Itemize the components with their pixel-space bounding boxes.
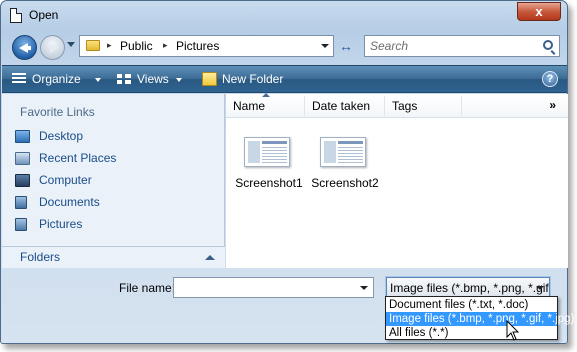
column-header-row: Name Date taken Tags » <box>226 93 568 118</box>
file-name-input[interactable] <box>173 277 374 298</box>
column-divider[interactable] <box>384 96 385 116</box>
address-bar[interactable]: ▸ Public ▸ Pictures <box>79 35 334 57</box>
file-name-label: File name: <box>119 281 176 295</box>
column-header-date-taken[interactable]: Date taken <box>312 99 370 113</box>
sort-ascending-icon <box>262 93 270 97</box>
desktop-icon <box>15 130 30 143</box>
file-name-label: Screenshot2 <box>311 176 379 190</box>
recent-places-icon <box>15 152 30 165</box>
document-icon <box>10 8 22 23</box>
folders-label: Folders <box>20 250 61 264</box>
file-item-screenshot1[interactable]: Screenshot1 <box>233 137 303 190</box>
new-folder-icon <box>202 72 217 86</box>
chevron-down-icon[interactable] <box>360 286 368 290</box>
recent-pages-dropdown[interactable] <box>67 42 75 47</box>
organize-icon <box>12 73 26 85</box>
title-bar[interactable]: Open x <box>1 1 567 29</box>
favorite-link-computer[interactable]: Computer <box>15 172 215 190</box>
documents-icon <box>15 196 27 209</box>
favorite-link-label: Documents <box>39 195 100 209</box>
organize-button[interactable]: Organize <box>32 72 81 86</box>
organize-chevron-down-icon <box>95 78 101 82</box>
file-name-label: Screenshot1 <box>235 176 303 190</box>
back-button[interactable] <box>12 35 37 60</box>
search-placeholder: Search <box>370 39 409 53</box>
new-folder-button[interactable]: New Folder <box>222 72 283 86</box>
favorite-links-header: Favorite Links <box>20 105 95 119</box>
folders-toggle[interactable]: Folders <box>2 246 225 268</box>
chevron-down-icon[interactable] <box>536 286 544 290</box>
search-box[interactable]: Search <box>364 35 560 57</box>
views-icon <box>117 74 131 85</box>
breadcrumb-pictures[interactable]: Pictures <box>176 39 219 53</box>
file-type-selected: Image files (*.bmp, *.png, *.gif <box>390 281 549 295</box>
file-type-dropdown-list: Document files (*.txt, *.doc) Image file… <box>385 296 574 340</box>
breadcrumb-separator-icon[interactable]: ▸ <box>163 40 168 51</box>
search-icon[interactable] <box>543 40 553 50</box>
breadcrumb-separator-icon[interactable]: ▸ <box>107 40 112 51</box>
forward-button[interactable] <box>40 35 65 60</box>
more-columns-icon[interactable]: » <box>549 98 556 112</box>
column-header-name[interactable]: Name <box>233 99 265 113</box>
image-thumbnail <box>244 137 290 167</box>
favorite-link-desktop[interactable]: Desktop <box>15 128 215 146</box>
breadcrumb-public[interactable]: Public <box>120 39 153 53</box>
address-dropdown-icon[interactable] <box>321 44 329 48</box>
navigation-pane: Favorite Links Desktop Recent Places Com… <box>2 94 225 268</box>
file-list-pane: Name Date taken Tags » Screenshot1 Scree… <box>226 93 568 268</box>
file-item-screenshot2[interactable]: Screenshot2 <box>309 137 379 190</box>
chevron-up-icon <box>205 255 215 260</box>
close-button[interactable]: x <box>517 2 561 21</box>
column-divider[interactable] <box>461 96 462 116</box>
help-button[interactable]: ? <box>542 71 558 87</box>
image-thumbnail <box>320 137 366 167</box>
file-type-option-documents[interactable]: Document files (*.txt, *.doc) <box>386 298 557 312</box>
command-toolbar: Organize Views New Folder ? <box>2 65 567 93</box>
favorite-link-recent-places[interactable]: Recent Places <box>15 150 215 168</box>
file-type-select[interactable]: Image files (*.bmp, *.png, *.gif <box>386 277 550 298</box>
refresh-icon[interactable]: ↔ <box>337 37 355 55</box>
file-type-option-images[interactable]: Image files (*.bmp, *.png, *.gif, *.jpg) <box>386 312 574 326</box>
open-dialog-window: Open x ▸ Public ▸ Pictures ↔ Search Orga… <box>0 0 568 344</box>
favorite-link-label: Pictures <box>39 217 83 231</box>
window-title: Open <box>29 8 59 22</box>
computer-icon <box>15 174 30 187</box>
file-type-option-all-files[interactable]: All files (*.*) <box>386 326 557 340</box>
favorite-link-label: Recent Places <box>39 151 117 165</box>
views-chevron-down-icon <box>176 78 182 82</box>
column-header-tags[interactable]: Tags <box>392 99 417 113</box>
favorite-link-pictures[interactable]: Pictures <box>15 216 215 234</box>
column-divider[interactable] <box>304 96 305 116</box>
folder-icon <box>86 40 100 51</box>
favorite-link-label: Desktop <box>39 129 84 143</box>
views-button[interactable]: Views <box>137 72 169 86</box>
pictures-icon <box>15 218 27 231</box>
favorite-link-label: Computer <box>39 173 92 187</box>
favorite-link-documents[interactable]: Documents <box>15 194 215 212</box>
